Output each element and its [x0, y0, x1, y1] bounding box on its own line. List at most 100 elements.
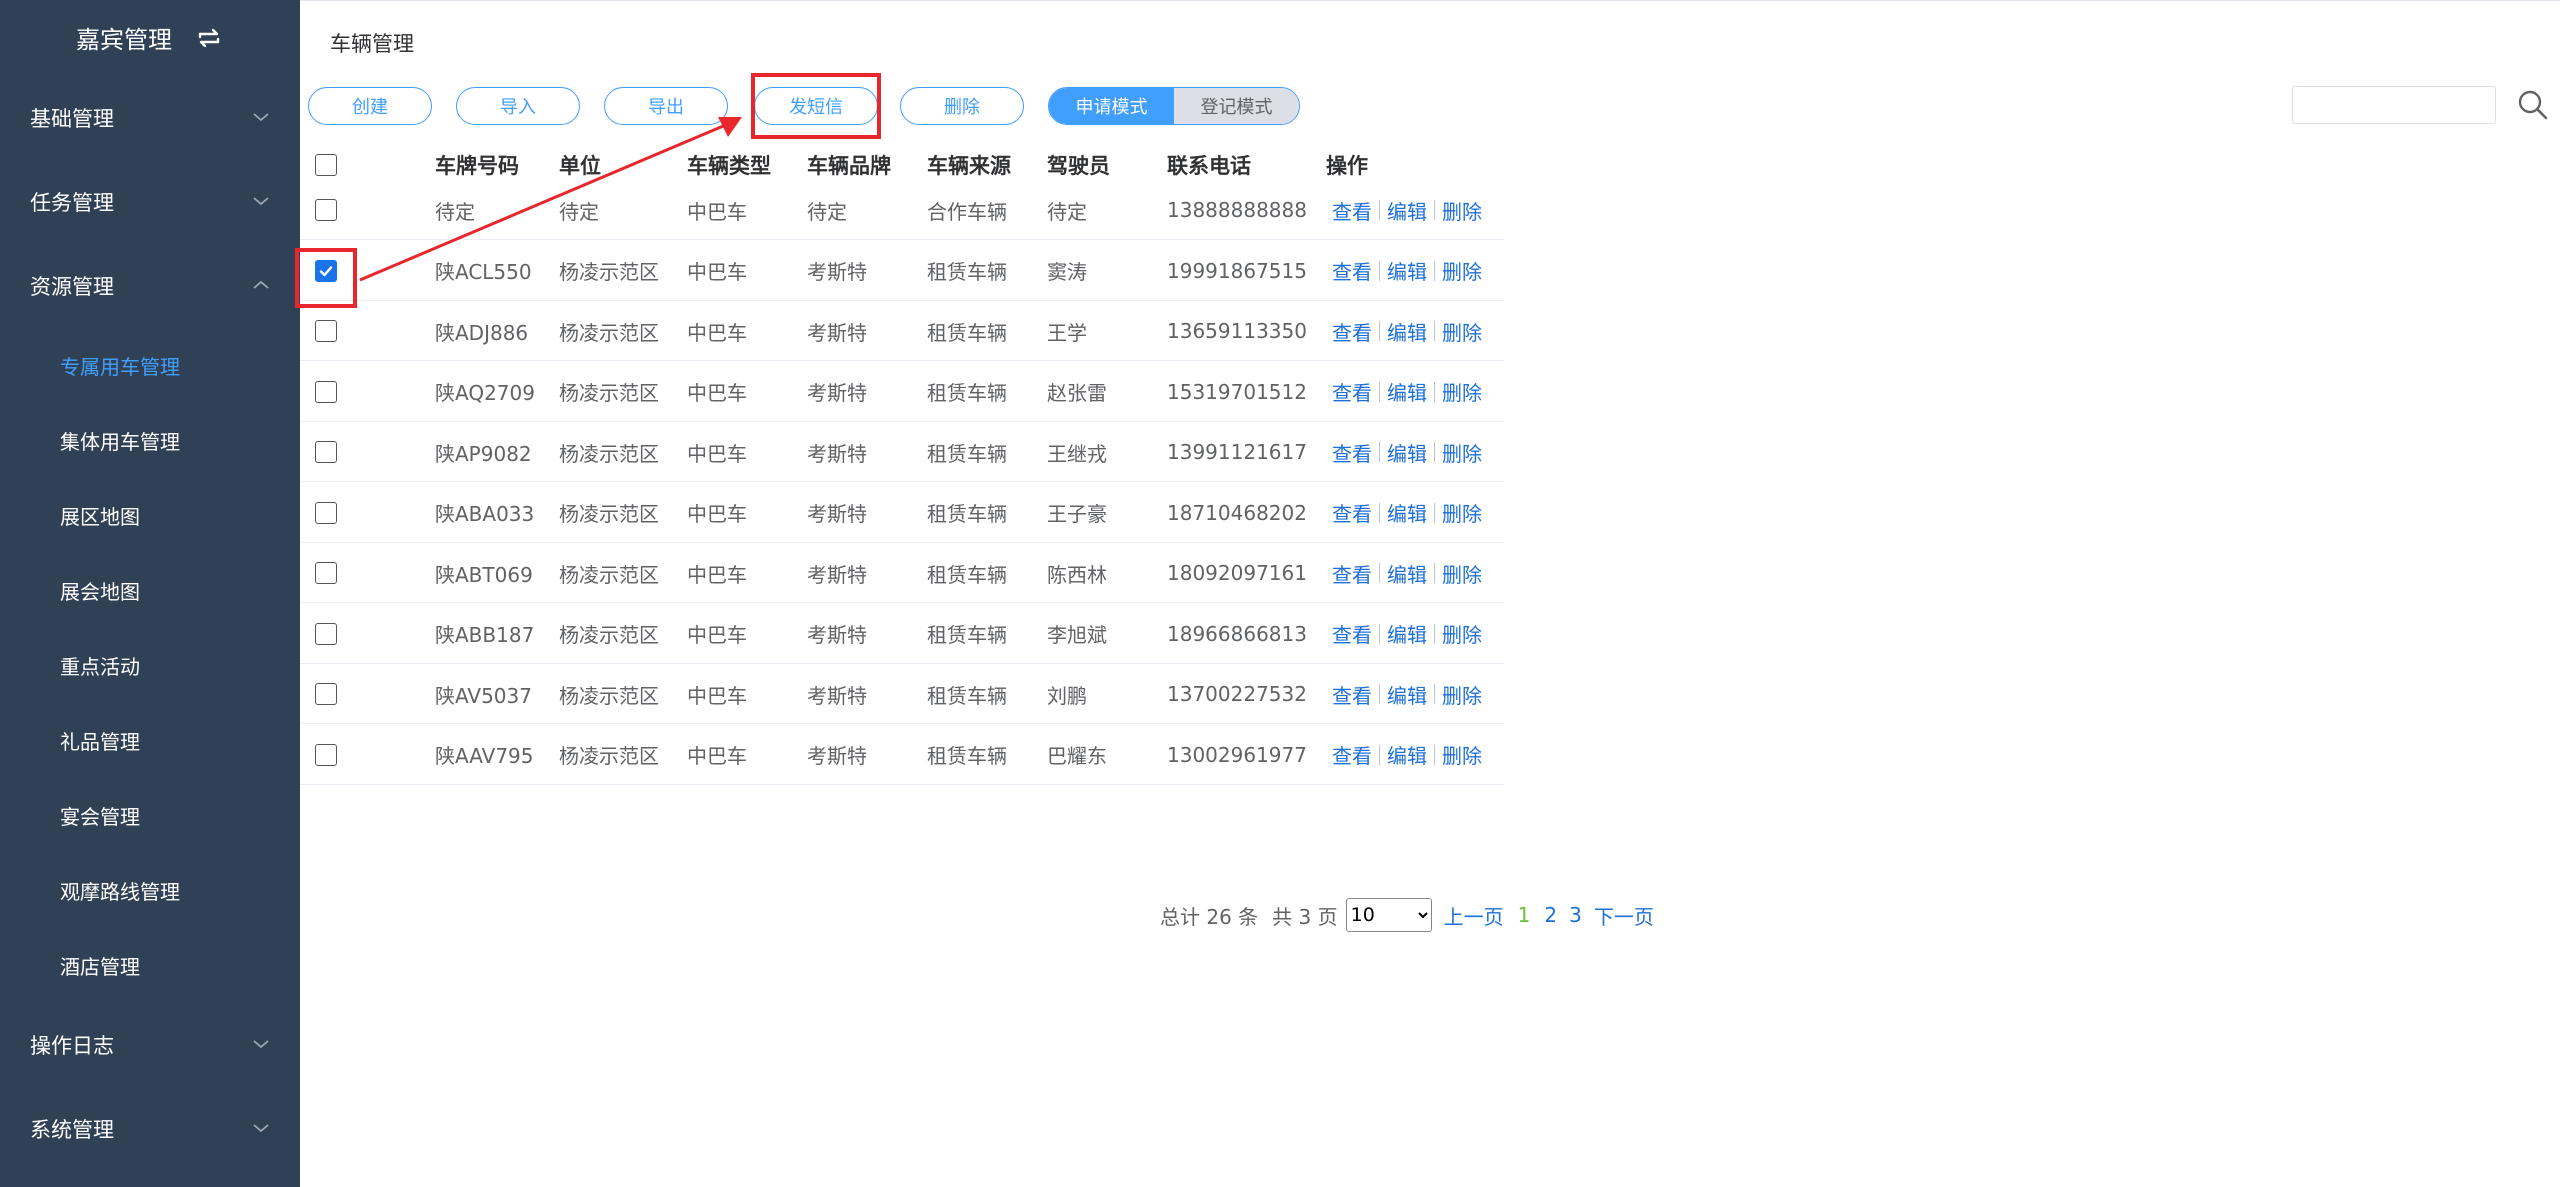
cell-type: 中巴车	[687, 441, 747, 466]
sidebar-menu-task[interactable]: 任务管理	[0, 174, 300, 230]
sidebar: 嘉宾管理 基础管理 任务管理 资源管理 专属用车管理 集体用车管理 展区地图 展…	[0, 0, 300, 1187]
row-checkbox[interactable]	[315, 320, 337, 342]
sidebar-item-expo-map[interactable]: 展会地图	[0, 565, 300, 615]
view-link[interactable]: 查看	[1332, 680, 1372, 709]
apply-mode-tab[interactable]: 申请模式	[1049, 88, 1174, 124]
sidebar-item-exclusive-car[interactable]: 专属用车管理	[0, 340, 300, 390]
export-button[interactable]: 导出	[604, 87, 728, 125]
cell-phone: 13991121617	[1167, 440, 1307, 464]
table-row: 陕ACL550 杨凌示范区 中巴车 考斯特 租赁车辆 窦涛 19991867515 查看 编辑删…	[300, 241, 1504, 301]
edit-link[interactable]: 编辑	[1387, 438, 1427, 467]
view-link[interactable]: 查看	[1332, 196, 1372, 225]
register-mode-tab[interactable]: 登记模式	[1174, 88, 1299, 124]
cell-plate: 陕AP9082	[435, 441, 532, 466]
view-link[interactable]: 查看	[1332, 740, 1372, 769]
edit-link[interactable]: 编辑	[1387, 740, 1427, 769]
delete-link[interactable]: 删除	[1442, 619, 1482, 648]
cell-source: 租赁车辆	[927, 744, 1007, 768]
cell-phone: 13002961977	[1167, 742, 1307, 767]
sidebar-item-gifts[interactable]: 礼品管理	[0, 715, 300, 765]
cell-ops: 查看 编辑 删除	[1332, 543, 1482, 603]
cell-plate: 陕AV5037	[435, 683, 532, 708]
view-link[interactable]: 查看	[1332, 619, 1372, 648]
swap-icon[interactable]	[194, 25, 224, 51]
op-divider	[1379, 381, 1380, 402]
cell-unit: 杨凌示范区	[559, 562, 659, 587]
row-checkbox[interactable]	[315, 259, 337, 282]
sidebar-menu-system[interactable]: 系统管理	[0, 1101, 300, 1157]
cell-unit: 杨凌示范区	[559, 744, 659, 768]
op-divider	[1434, 744, 1435, 765]
page-size-select[interactable]: 102050	[1345, 898, 1432, 932]
sidebar-item-hotel[interactable]: 酒店管理	[0, 940, 300, 990]
sidebar-item-group-car[interactable]: 集体用车管理	[0, 415, 300, 465]
next-page-link[interactable]: 下一页	[1594, 901, 1654, 930]
cell-ops: 查看 编辑 删除	[1332, 180, 1482, 240]
prev-page-link[interactable]: 上一页	[1444, 901, 1504, 930]
send-sms-button[interactable]: 发短信	[754, 87, 878, 125]
page-3-link[interactable]: 3	[1569, 903, 1582, 927]
delete-link[interactable]: 删除	[1442, 377, 1482, 406]
delete-link[interactable]: 删除	[1442, 438, 1482, 467]
edit-link[interactable]: 编辑	[1387, 680, 1427, 709]
edit-link[interactable]: 编辑	[1387, 377, 1427, 406]
row-checkbox[interactable]	[315, 562, 337, 584]
edit-link[interactable]: 编辑	[1387, 317, 1427, 346]
edit-link[interactable]: 编辑	[1387, 256, 1427, 285]
cell-unit: 杨凌示范区	[559, 683, 659, 708]
delete-link[interactable]: 删除	[1442, 256, 1482, 285]
cell-unit: 待定	[559, 199, 599, 224]
sidebar-menu-resource[interactable]: 资源管理	[0, 258, 300, 314]
page-1-link[interactable]: 1	[1518, 903, 1531, 927]
row-checkbox[interactable]	[315, 441, 337, 463]
cell-unit: 杨凌示范区	[559, 623, 659, 647]
total-count: 总计 26 条	[1160, 904, 1259, 929]
search-input[interactable]	[2292, 86, 2496, 124]
view-link[interactable]: 查看	[1332, 377, 1372, 406]
delete-link[interactable]: 删除	[1442, 317, 1482, 346]
sidebar-item-key-events[interactable]: 重点活动	[0, 640, 300, 690]
row-checkbox[interactable]	[315, 683, 337, 705]
table-row: 陕ABB187 杨凌示范区 中巴车 考斯特 租赁车辆 李旭斌 18966866813 查看 编辑…	[300, 604, 1504, 664]
op-divider	[1434, 563, 1435, 583]
chevron-down-icon	[253, 1040, 269, 1049]
delete-link[interactable]: 删除	[1442, 680, 1482, 709]
view-link[interactable]: 查看	[1332, 498, 1372, 527]
sidebar-menu-basic[interactable]: 基础管理	[0, 90, 300, 146]
cell-brand: 考斯特	[807, 260, 867, 284]
view-link[interactable]: 查看	[1332, 256, 1372, 285]
mode-toggle: 申请模式 登记模式	[1048, 87, 1300, 125]
row-checkbox[interactable]	[315, 622, 337, 645]
search-icon[interactable]	[2516, 88, 2550, 122]
delete-link[interactable]: 删除	[1442, 559, 1482, 588]
view-link[interactable]: 查看	[1332, 317, 1372, 346]
sidebar-item-banquet[interactable]: 宴会管理	[0, 790, 300, 840]
cell-type: 中巴车	[687, 502, 747, 526]
edit-link[interactable]: 编辑	[1387, 498, 1427, 527]
view-link[interactable]: 查看	[1332, 559, 1372, 588]
sidebar-item-tour-route[interactable]: 观摩路线管理	[0, 865, 300, 915]
top-divider	[300, 0, 2560, 1]
cell-type: 中巴车	[687, 381, 747, 405]
view-link[interactable]: 查看	[1332, 438, 1372, 467]
edit-link[interactable]: 编辑	[1387, 196, 1427, 225]
select-all-checkbox[interactable]	[315, 154, 337, 176]
create-button[interactable]: 创建	[308, 87, 432, 125]
table-row: 陕ABA033 杨凌示范区 中巴车 考斯特 租赁车辆 王子豪 18710468202 查看 编辑…	[300, 483, 1504, 543]
edit-link[interactable]: 编辑	[1387, 559, 1427, 588]
sidebar-menu-logs[interactable]: 操作日志	[0, 1017, 300, 1073]
delete-link[interactable]: 删除	[1442, 740, 1482, 769]
delete-button[interactable]: 删除	[900, 87, 1024, 125]
sidebar-item-zone-map[interactable]: 展区地图	[0, 490, 300, 540]
row-checkbox[interactable]	[315, 743, 337, 766]
cell-phone: 13700227532	[1167, 682, 1307, 706]
row-checkbox[interactable]	[315, 501, 337, 524]
delete-link[interactable]: 删除	[1442, 196, 1482, 225]
edit-link[interactable]: 编辑	[1387, 619, 1427, 648]
row-checkbox[interactable]	[315, 380, 337, 403]
delete-link[interactable]: 删除	[1442, 498, 1482, 527]
cell-source: 合作车辆	[927, 199, 1007, 224]
import-button[interactable]: 导入	[456, 87, 580, 125]
row-checkbox[interactable]	[315, 199, 337, 221]
page-2-link[interactable]: 2	[1544, 903, 1557, 927]
